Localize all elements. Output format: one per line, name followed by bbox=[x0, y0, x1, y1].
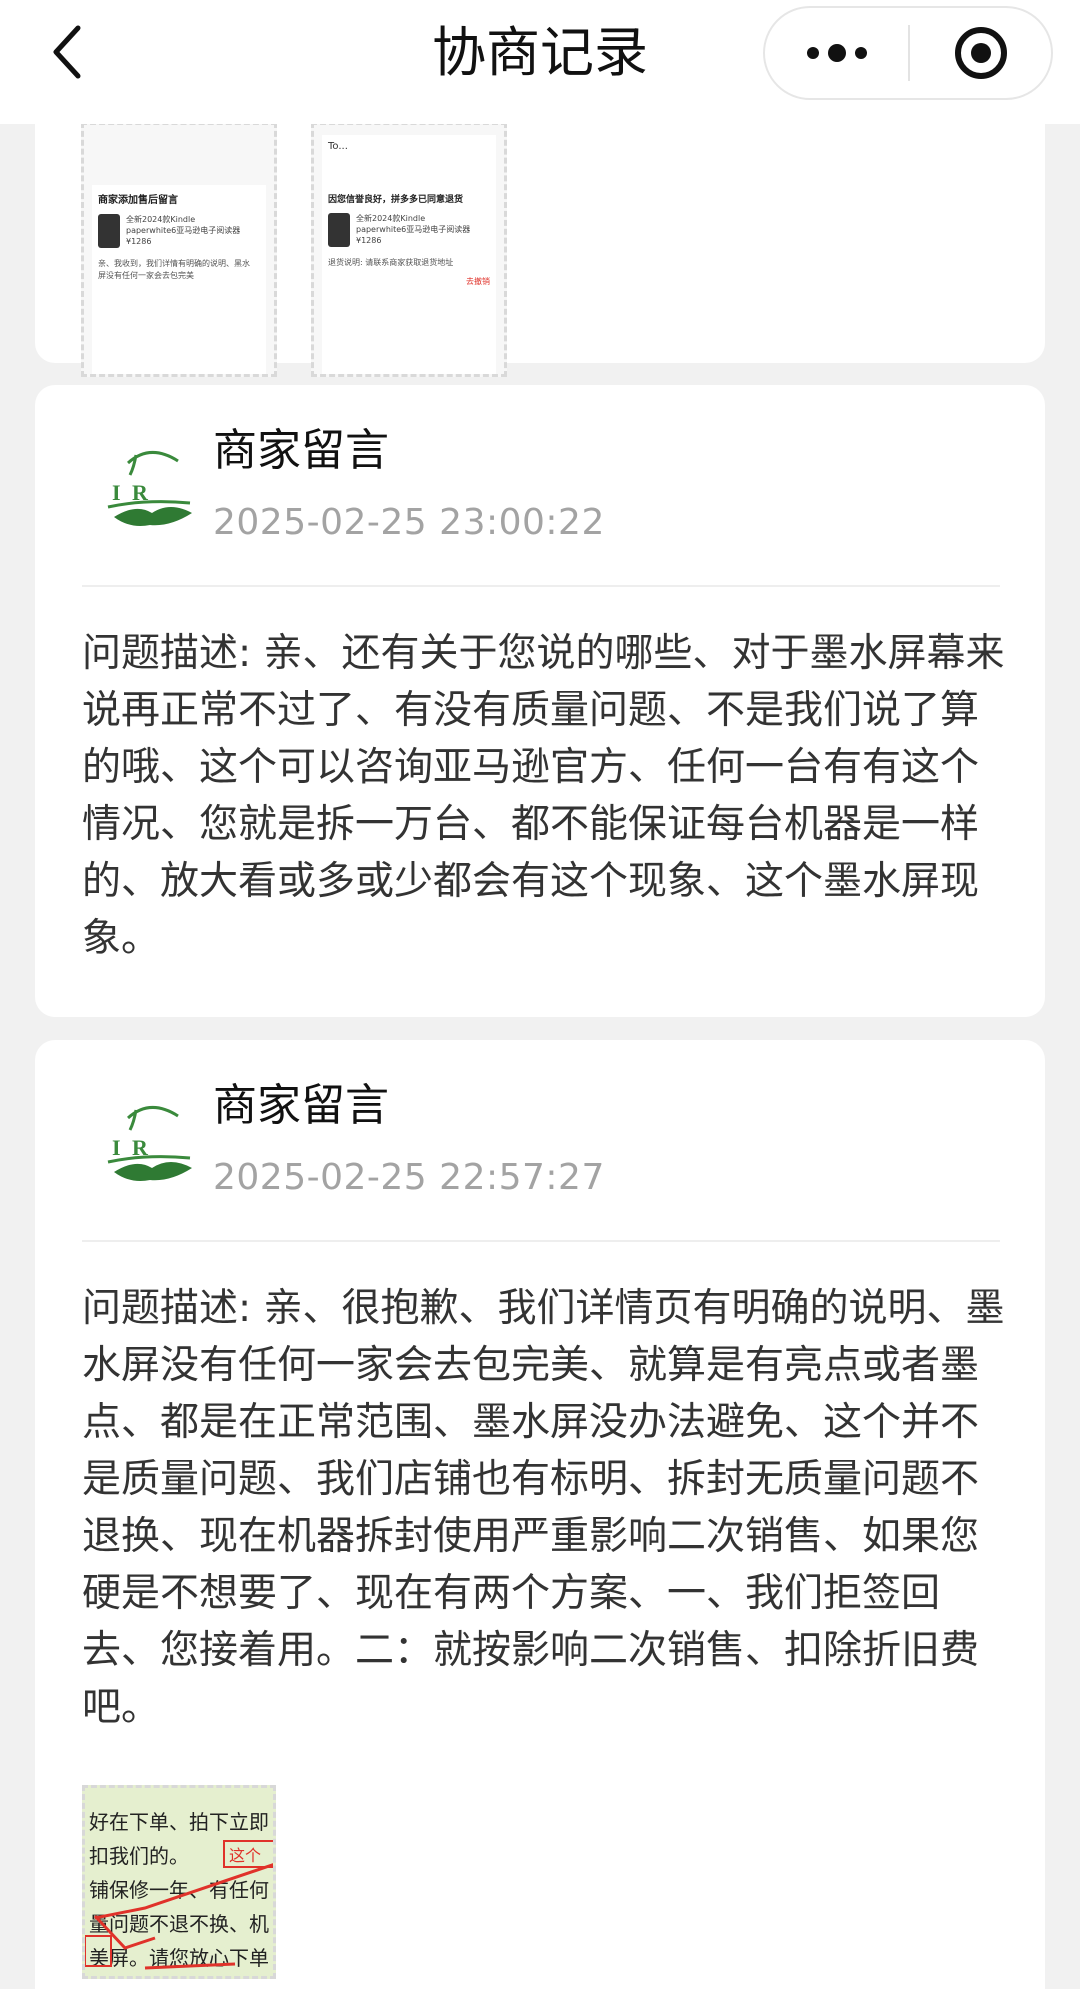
sender-name: 商家留言 bbox=[213, 1080, 389, 1131]
nav-bar: 协商记录 bbox=[0, 0, 1080, 124]
chevron-left-icon bbox=[53, 25, 81, 79]
more-dots-icon bbox=[806, 44, 867, 62]
message-header: I R 商家留言 2025-02-25 23:00:22 bbox=[35, 385, 1045, 585]
product-price: ¥1286 bbox=[126, 237, 152, 246]
merchant-logo-avatar: I R bbox=[107, 451, 192, 526]
divider bbox=[82, 1240, 1000, 1242]
message-preview-line: 亲、我收到，我们详情有明确的说明、黑水 bbox=[98, 259, 250, 268]
message-timestamp: 2025-02-25 23:00:22 bbox=[213, 502, 605, 543]
mini-program-capsule bbox=[763, 6, 1053, 100]
target-icon bbox=[954, 27, 1007, 79]
product-name-line: 全新2024款Kindle bbox=[126, 215, 196, 224]
message-header: I R 商家留言 2025-02-25 22:57:27 bbox=[35, 1040, 1045, 1240]
revoke-link: 去撤销 bbox=[466, 277, 490, 286]
product-price: ¥1286 bbox=[356, 236, 382, 245]
thumb-contact: To... bbox=[328, 141, 348, 152]
svg-text:I: I bbox=[112, 480, 121, 505]
kindle-image bbox=[328, 213, 350, 247]
merchant-message-card: I R 商家留言 2025-02-25 23:00:22 问题描述: 亲、还有关… bbox=[35, 385, 1045, 1017]
attachment-thumbnail[interactable]: 好在下单、拍下立即 扣我们的。 这个 铺保修一年、有任何 量问题不退不换、机 美… bbox=[82, 1785, 276, 1979]
sender-name: 商家留言 bbox=[213, 425, 389, 476]
product-name-line: paperwhite6亚马逊电子阅读器 bbox=[126, 226, 241, 235]
return-note: 退货说明: 请联系商家获取退货地址 bbox=[328, 258, 454, 267]
message-timestamp: 2025-02-25 22:57:27 bbox=[213, 1157, 605, 1198]
problem-description: 问题描述: 亲、还有关于您说的哪些、对于墨水屏幕来说再正常不过了、有没有质量问题… bbox=[82, 631, 1005, 961]
merchant-logo-avatar: I R bbox=[107, 1106, 192, 1181]
kindle-image bbox=[98, 214, 120, 248]
problem-description: 问题描述: 亲、很抱歉、我们详情页有明确的说明、墨水屏没有任何一家会去包完美、就… bbox=[82, 1286, 1005, 1730]
attachment-thumbnail[interactable]: 商家添加售后留言 全新2024款Kindle paperwhite6亚马逊电子阅… bbox=[81, 122, 277, 377]
product-name-line: 全新2024款Kindle bbox=[356, 214, 426, 223]
divider bbox=[82, 585, 1000, 587]
back-button[interactable] bbox=[38, 22, 98, 82]
product-name-line: paperwhite6亚马逊电子阅读器 bbox=[356, 225, 471, 234]
merchant-message-card: I R 商家留言 2025-02-25 22:57:27 问题描述: 亲、很抱歉… bbox=[35, 1040, 1045, 1989]
message-preview-line: 屏没有任何一家会去包完美 bbox=[98, 271, 194, 280]
more-button[interactable] bbox=[765, 8, 908, 98]
thumb-heading: 商家添加售后留言 bbox=[98, 195, 178, 206]
thumb-heading: 因您信誉良好，拼多多已同意退货 bbox=[328, 195, 464, 205]
close-button[interactable] bbox=[910, 8, 1051, 98]
attachment-thumbnail[interactable]: To... 因您信誉良好，拼多多已同意退货 全新2024款Kindle pape… bbox=[311, 122, 507, 377]
red-arrow-annotation bbox=[85, 1863, 273, 1970]
svg-text:I: I bbox=[112, 1135, 121, 1160]
